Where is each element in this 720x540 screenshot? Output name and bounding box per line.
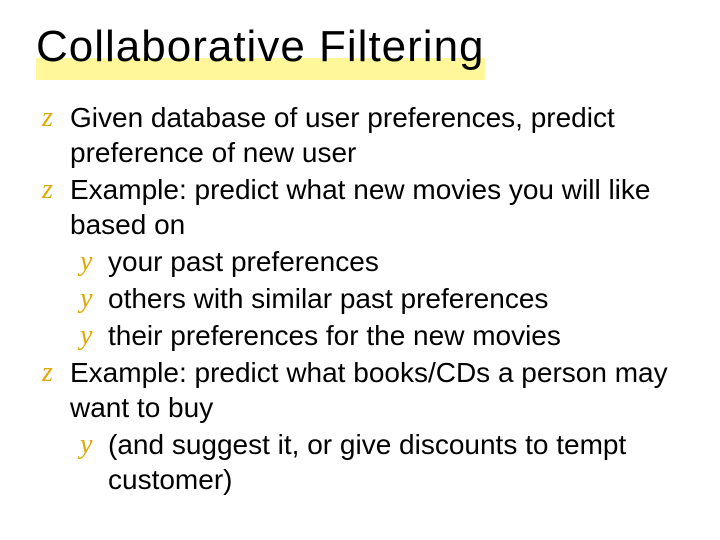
list-item: Example: predict what books/CDs a person… — [36, 355, 684, 497]
list-item: others with similar past preferences — [80, 281, 684, 316]
title-wrap: Collaborative Filtering — [36, 22, 485, 72]
slide-body: Given database of user preferences, pred… — [36, 100, 684, 497]
bullet-text: Example: predict what new movies you wil… — [70, 174, 650, 240]
bullet-text: Example: predict what books/CDs a person… — [70, 357, 668, 423]
bullet-text: Given database of user preferences, pred… — [70, 102, 615, 168]
bullet-text: their preferences for the new movies — [108, 320, 561, 351]
bullet-text: your past preferences — [108, 246, 379, 277]
bullet-list: Given database of user preferences, pred… — [36, 100, 684, 497]
sub-bullet-list: (and suggest it, or give discounts to te… — [70, 427, 684, 497]
slide: Collaborative Filtering Given database o… — [0, 0, 720, 540]
list-item: their preferences for the new movies — [80, 318, 684, 353]
bullet-text: others with similar past preferences — [108, 283, 548, 314]
bullet-text: (and suggest it, or give discounts to te… — [108, 429, 626, 495]
list-item: Given database of user preferences, pred… — [36, 100, 684, 170]
list-item: (and suggest it, or give discounts to te… — [80, 427, 684, 497]
list-item: Example: predict what new movies you wil… — [36, 172, 684, 353]
slide-title: Collaborative Filtering — [36, 22, 485, 72]
list-item: your past preferences — [80, 244, 684, 279]
sub-bullet-list: your past preferences others with simila… — [70, 244, 684, 353]
